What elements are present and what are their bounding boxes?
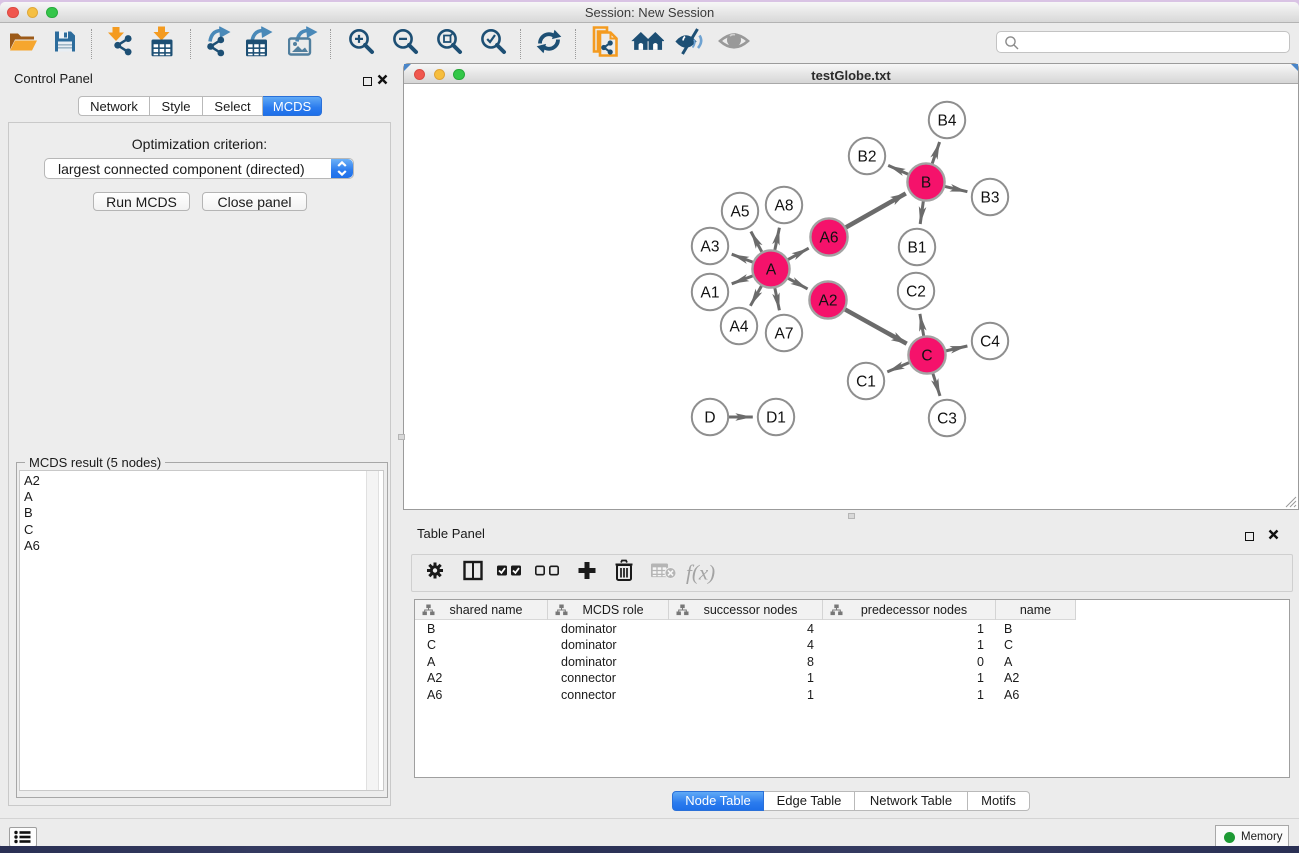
svg-text:C1: C1 bbox=[856, 373, 876, 390]
svg-text:C2: C2 bbox=[906, 283, 926, 300]
svg-text:B: B bbox=[921, 174, 931, 191]
svg-text:A1: A1 bbox=[701, 284, 720, 301]
svg-text:C4: C4 bbox=[980, 333, 1000, 350]
svg-text:A3: A3 bbox=[701, 238, 720, 255]
svg-text:B2: B2 bbox=[858, 148, 877, 165]
svg-text:A2: A2 bbox=[819, 292, 838, 309]
svg-text:D: D bbox=[704, 409, 715, 426]
svg-text:A5: A5 bbox=[731, 203, 750, 220]
svg-text:B4: B4 bbox=[938, 112, 957, 129]
svg-text:B1: B1 bbox=[908, 239, 927, 256]
svg-text:A4: A4 bbox=[730, 318, 749, 335]
svg-text:C: C bbox=[921, 347, 932, 364]
svg-text:A7: A7 bbox=[775, 325, 794, 342]
svg-text:C3: C3 bbox=[937, 410, 957, 427]
svg-text:A8: A8 bbox=[775, 197, 794, 214]
svg-text:A6: A6 bbox=[820, 229, 839, 246]
svg-text:B3: B3 bbox=[981, 189, 1000, 206]
svg-text:D1: D1 bbox=[766, 409, 786, 426]
svg-text:A: A bbox=[766, 261, 777, 278]
